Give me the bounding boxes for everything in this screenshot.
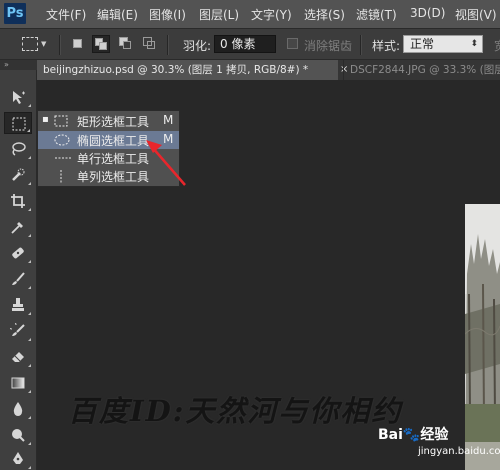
- eyedropper-tool-icon[interactable]: [4, 216, 32, 238]
- antialias-label: 消除锯齿: [304, 39, 353, 53]
- divider: [167, 35, 169, 55]
- menu-image[interactable]: 图像(I): [149, 6, 186, 23]
- gradient-tool-icon[interactable]: [4, 372, 32, 394]
- history-brush-tool-icon[interactable]: [4, 320, 32, 342]
- menu-layer[interactable]: 图层(L): [199, 6, 239, 23]
- style-select-value: 正常: [410, 37, 435, 51]
- rectangular-marquee-icon: [54, 115, 68, 127]
- marquee-tool-icon[interactable]: [4, 112, 32, 134]
- new-selection-button[interactable]: [69, 35, 87, 53]
- quick-selection-tool-icon[interactable]: [4, 164, 32, 186]
- watermark-text: 百度ID:天然河与你相约: [68, 394, 403, 428]
- shortcut-key: M: [163, 113, 174, 127]
- menu-type[interactable]: 文字(Y): [251, 6, 292, 23]
- subtract-from-selection-button[interactable]: [117, 35, 135, 53]
- style-select[interactable]: 正常 ⬍: [403, 35, 483, 53]
- menu-filter[interactable]: 滤镜(T): [356, 6, 397, 23]
- menu-3d[interactable]: 3D(D): [410, 6, 445, 20]
- dodge-tool-icon[interactable]: [4, 424, 32, 446]
- divider: [360, 35, 362, 55]
- menu-bar: Ps 文件(F) 编辑(E) 图像(I) 图层(L) 文字(Y) 选择(S) 滤…: [0, 0, 500, 28]
- options-bar: ▼ 羽化: 0 像素 消除锯齿 样式: 正常 ⬍ 宽: [0, 28, 500, 60]
- toolbox-collapse-icon[interactable]: »: [0, 60, 37, 70]
- flyout-item-label: 单行选框工具: [77, 152, 150, 166]
- tool-preset-marquee-icon[interactable]: [22, 37, 38, 51]
- tab-dscf2844[interactable]: DSCF2844.JPG @ 33.3% (图层: [343, 60, 500, 80]
- brush-tool-icon[interactable]: [4, 268, 32, 290]
- photoshop-logo-icon: Ps: [4, 3, 26, 24]
- style-label: 样式:: [372, 39, 401, 53]
- move-tool-icon[interactable]: [4, 86, 32, 108]
- chevron-down-icon[interactable]: ▼: [41, 40, 46, 48]
- lasso-tool-icon[interactable]: [4, 138, 32, 160]
- baidu-jingyan-logo: Bai🐾经验: [378, 424, 448, 444]
- menu-view[interactable]: 视图(V): [455, 6, 497, 23]
- single-column-marquee-icon: [60, 170, 62, 184]
- flyout-item-label: 椭圆选框工具: [77, 134, 150, 148]
- menu-select[interactable]: 选择(S): [304, 6, 345, 23]
- clone-stamp-tool-icon[interactable]: [4, 294, 32, 316]
- document-tabs: beijingzhizuo.psd @ 30.3% (图层 1 拷贝, RGB/…: [37, 60, 500, 80]
- tab-beijingzhizuo[interactable]: beijingzhizuo.psd @ 30.3% (图层 1 拷贝, RGB/…: [37, 60, 338, 80]
- menu-edit[interactable]: 编辑(E): [97, 6, 138, 23]
- toolbox: »: [0, 60, 37, 470]
- intersect-selection-button[interactable]: [141, 35, 159, 53]
- divider: [59, 35, 61, 55]
- photo-image: [465, 204, 500, 470]
- antialias-checkbox[interactable]: [287, 38, 298, 49]
- menu-file[interactable]: 文件(F): [46, 6, 86, 23]
- blur-tool-icon[interactable]: [4, 398, 32, 420]
- chevron-updown-icon: ⬍: [470, 39, 478, 49]
- baidu-logo-text: Bai🐾经验: [378, 427, 449, 443]
- eraser-tool-icon[interactable]: [4, 346, 32, 368]
- feather-label: 羽化:: [183, 39, 212, 53]
- single-row-marquee-icon: [55, 157, 71, 159]
- pen-tool-icon[interactable]: [4, 448, 32, 470]
- crop-tool-icon[interactable]: [4, 190, 32, 212]
- feather-input[interactable]: 0 像素: [214, 35, 276, 53]
- flyout-item-label: 单列选框工具: [77, 170, 150, 184]
- flyout-item-label: 矩形选框工具: [77, 115, 150, 129]
- watermark-url: jingyan.baidu.com: [418, 446, 500, 457]
- annotation-arrow-icon: [146, 140, 186, 186]
- rectangular-marquee-item[interactable]: ▪ 矩形选框工具 M: [38, 112, 179, 130]
- width-label: 宽: [494, 37, 500, 54]
- spot-healing-tool-icon[interactable]: [4, 242, 32, 264]
- elliptical-marquee-icon: [54, 134, 70, 146]
- current-tool-bullet: ▪: [42, 114, 49, 125]
- add-to-selection-button[interactable]: [92, 35, 110, 53]
